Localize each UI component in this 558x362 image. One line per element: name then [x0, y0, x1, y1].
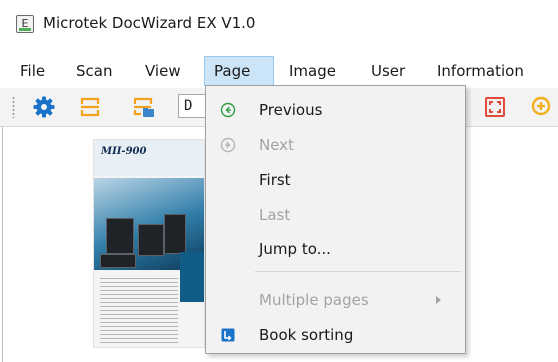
menu-scan[interactable]: Scan	[76, 56, 112, 86]
menu-item-label: Book sorting	[259, 326, 354, 344]
menu-image[interactable]: Image	[289, 56, 336, 86]
menu-item-label: Multiple pages	[259, 291, 369, 309]
title-bar: E Microtek DocWizard EX V1.0	[0, 0, 558, 48]
menu-page[interactable]: Page	[204, 56, 274, 86]
toolbar-grip[interactable]	[12, 96, 15, 118]
thumbnail-headline: MII-900	[101, 146, 147, 157]
menu-item-jump-to[interactable]: Jump to...	[206, 233, 465, 265]
menu-item-next[interactable]: Next	[206, 129, 465, 161]
menu-item-last[interactable]: Last	[206, 199, 465, 231]
menu-item-multiple-pages[interactable]: Multiple pages	[206, 284, 465, 316]
settings-icon[interactable]	[32, 95, 56, 119]
menu-file[interactable]: File	[20, 56, 45, 86]
menu-information[interactable]: Information	[437, 56, 524, 86]
menu-item-label: Last	[259, 206, 291, 224]
menu-item-label: Next	[259, 136, 294, 154]
menu-separator	[255, 271, 461, 272]
next-circle-icon	[220, 137, 236, 153]
panel-divider	[2, 127, 3, 362]
page-thumbnail[interactable]: MII-900	[94, 140, 204, 347]
scanner-combo[interactable]: D	[178, 94, 206, 118]
previous-circle-icon	[220, 102, 236, 118]
zoom-in-icon[interactable]	[530, 95, 554, 119]
book-sorting-icon	[221, 328, 235, 342]
menu-item-first[interactable]: First	[206, 164, 465, 196]
scan-area-icon[interactable]	[78, 95, 102, 119]
menu-item-previous[interactable]: Previous	[206, 94, 465, 126]
menu-user[interactable]: User	[371, 56, 405, 86]
scan-to-folder-icon[interactable]	[132, 95, 156, 119]
menu-item-label: First	[259, 171, 291, 189]
page-menu-dropdown: Previous Next First Last Jump to... Mult…	[205, 85, 466, 354]
fit-page-icon[interactable]	[483, 95, 507, 119]
thumbnail-header: MII-900	[94, 140, 204, 176]
menu-view[interactable]: View	[145, 56, 181, 86]
menu-item-label: Previous	[259, 101, 323, 119]
window-title: Microtek DocWizard EX V1.0	[43, 14, 256, 32]
thumbnail-body-text	[100, 278, 178, 344]
menu-bar: File Scan View Page Image User Informati…	[0, 56, 558, 86]
menu-item-label: Jump to...	[259, 240, 331, 258]
thumbnail-sidebar	[180, 252, 204, 302]
submenu-arrow-icon	[436, 296, 441, 304]
menu-item-book-sorting[interactable]: Book sorting	[206, 319, 465, 351]
app-icon: E	[16, 15, 34, 33]
